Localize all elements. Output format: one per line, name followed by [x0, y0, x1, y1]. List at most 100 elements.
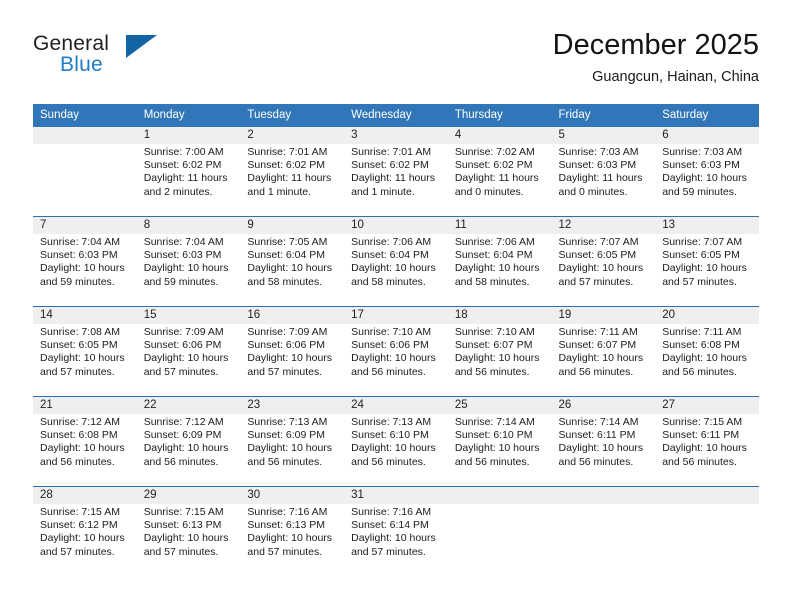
day-detail-line: Sunset: 6:02 PM	[454, 159, 533, 172]
day-cell[interactable]: 19 Sunrise: 7:11 AM Sunset: 6:07 PM Dayligh…	[551, 307, 656, 396]
day-details	[448, 504, 552, 506]
day-number: 18	[447, 307, 552, 324]
calendar-cell: 11 Sunrise: 7:06 AM Sunset: 6:04 PM Dayligh…	[447, 216, 552, 307]
day-cell[interactable]: 20 Sunrise: 7:11 AM Sunset: 6:08 PM Dayligh…	[655, 307, 759, 396]
day-detail-line: Sunset: 6:09 PM	[247, 429, 326, 442]
day-detail-line: and 56 minutes.	[454, 365, 530, 378]
day-detail-line: Daylight: 11 hours	[143, 172, 228, 185]
day-detail-line: and 58 minutes.	[454, 275, 530, 288]
day-cell[interactable]: 18 Sunrise: 7:10 AM Sunset: 6:07 PM Dayligh…	[447, 307, 552, 396]
day-detail-line: Sunrise: 7:14 AM	[558, 416, 639, 428]
day-detail-line: Sunset: 6:02 PM	[143, 159, 222, 172]
day-detail-line: and 57 minutes.	[247, 365, 323, 378]
day-cell[interactable]: 8 Sunrise: 7:04 AM Sunset: 6:03 PM Daylight…	[136, 217, 241, 306]
weekday-header-monday: Monday	[136, 104, 241, 127]
day-cell[interactable]: 23 Sunrise: 7:13 AM Sunset: 6:09 PM Dayligh…	[240, 397, 345, 486]
day-cell[interactable]: 21 Sunrise: 7:12 AM Sunset: 6:08 PM Dayligh…	[33, 397, 137, 486]
day-cell[interactable]: 10 Sunrise: 7:06 AM Sunset: 6:04 PM Dayligh…	[344, 217, 448, 306]
day-cell[interactable]: 3 Sunrise: 7:01 AM Sunset: 6:02 PM Daylight…	[344, 127, 448, 216]
calendar-cell: 8 Sunrise: 7:04 AM Sunset: 6:03 PM Daylight…	[136, 216, 241, 307]
day-detail-line: Daylight: 10 hours	[143, 262, 229, 275]
day-cell-empty	[655, 487, 759, 576]
day-cell[interactable]: 25 Sunrise: 7:14 AM Sunset: 6:10 PM Dayligh…	[447, 397, 552, 486]
day-detail-line: Daylight: 10 hours	[247, 532, 333, 545]
day-detail-line: Sunset: 6:08 PM	[662, 339, 740, 352]
day-detail-line: Sunset: 6:10 PM	[351, 429, 429, 442]
day-detail-line: Daylight: 10 hours	[247, 262, 333, 275]
day-detail-line: Sunset: 6:05 PM	[558, 249, 637, 262]
day-number: 17	[344, 307, 448, 324]
day-details: Sunrise: 7:03 AM Sunset: 6:03 PM Daylight:…	[655, 144, 759, 199]
day-detail-line: Sunset: 6:11 PM	[662, 429, 740, 442]
day-detail-line: Daylight: 10 hours	[454, 442, 540, 455]
day-detail-line: Sunrise: 7:15 AM	[662, 416, 743, 428]
day-details: Sunrise: 7:14 AM Sunset: 6:10 PM Daylight:…	[448, 414, 552, 469]
calendar-cell	[447, 486, 552, 576]
day-cell[interactable]: 14 Sunrise: 7:08 AM Sunset: 6:05 PM Dayligh…	[33, 307, 137, 396]
day-detail-line: Daylight: 10 hours	[40, 262, 125, 275]
weekday-header-wednesday: Wednesday	[344, 104, 448, 127]
day-number: 31	[344, 487, 448, 504]
day-number: 25	[447, 397, 552, 414]
day-detail-line: Daylight: 10 hours	[351, 442, 436, 455]
day-detail-line: Sunrise: 7:07 AM	[662, 236, 743, 248]
day-detail-line: Sunset: 6:06 PM	[247, 339, 326, 352]
day-details	[655, 504, 759, 506]
day-detail-line: Daylight: 10 hours	[247, 352, 333, 365]
day-cell[interactable]: 11 Sunrise: 7:06 AM Sunset: 6:04 PM Dayligh…	[447, 217, 552, 306]
calendar-cell: 18 Sunrise: 7:10 AM Sunset: 6:07 PM Dayligh…	[447, 306, 552, 397]
calendar-cell: 15 Sunrise: 7:09 AM Sunset: 6:06 PM Dayligh…	[136, 306, 241, 397]
day-detail-line: Sunrise: 7:07 AM	[558, 236, 639, 248]
day-cell[interactable]: 30 Sunrise: 7:16 AM Sunset: 6:13 PM Dayligh…	[240, 487, 345, 576]
day-cell[interactable]: 17 Sunrise: 7:10 AM Sunset: 6:06 PM Dayligh…	[344, 307, 448, 396]
day-detail-line: and 57 minutes.	[143, 545, 219, 558]
day-cell-empty	[551, 487, 656, 576]
logo-triangle-icon	[126, 35, 157, 58]
day-cell[interactable]: 24 Sunrise: 7:13 AM Sunset: 6:10 PM Dayligh…	[344, 397, 448, 486]
day-cell[interactable]: 22 Sunrise: 7:12 AM Sunset: 6:09 PM Dayligh…	[136, 397, 241, 486]
calendar-cell: 23 Sunrise: 7:13 AM Sunset: 6:09 PM Dayligh…	[240, 396, 345, 487]
day-detail-line: Sunrise: 7:13 AM	[247, 416, 328, 428]
day-cell[interactable]: 6 Sunrise: 7:03 AM Sunset: 6:03 PM Daylight…	[655, 127, 759, 216]
location-subtitle: Guangcun, Hainan, China	[592, 69, 759, 85]
day-detail-line: Sunset: 6:13 PM	[143, 519, 222, 532]
day-cell[interactable]: 31 Sunrise: 7:16 AM Sunset: 6:14 PM Dayligh…	[344, 487, 448, 576]
day-cell[interactable]: 1 Sunrise: 7:00 AM Sunset: 6:02 PM Daylight…	[136, 127, 241, 216]
general-blue-logo[interactable]: General Blue	[33, 32, 233, 88]
day-details: Sunrise: 7:13 AM Sunset: 6:09 PM Daylight:…	[240, 414, 344, 469]
day-cell[interactable]: 12 Sunrise: 7:07 AM Sunset: 6:05 PM Dayligh…	[551, 217, 656, 306]
day-number: 4	[447, 127, 552, 144]
day-number: 14	[33, 307, 137, 324]
calendar-cell: 30 Sunrise: 7:16 AM Sunset: 6:13 PM Dayligh…	[240, 486, 345, 576]
day-cell[interactable]: 2 Sunrise: 7:01 AM Sunset: 6:02 PM Daylight…	[240, 127, 345, 216]
day-details: Sunrise: 7:07 AM Sunset: 6:05 PM Daylight:…	[655, 234, 759, 289]
day-detail-line: and 57 minutes.	[40, 545, 115, 558]
day-cell[interactable]: 5 Sunrise: 7:03 AM Sunset: 6:03 PM Daylight…	[551, 127, 656, 216]
day-cell[interactable]: 9 Sunrise: 7:05 AM Sunset: 6:04 PM Daylight…	[240, 217, 345, 306]
calendar-cell: 3 Sunrise: 7:01 AM Sunset: 6:02 PM Daylight…	[344, 127, 448, 217]
day-detail-line: Daylight: 10 hours	[662, 172, 747, 185]
day-detail-line: and 56 minutes.	[558, 455, 634, 468]
calendar-grid: Sunday Monday Tuesday Wednesday Thursday…	[33, 104, 759, 576]
day-cell[interactable]: 29 Sunrise: 7:15 AM Sunset: 6:13 PM Dayligh…	[136, 487, 241, 576]
day-cell[interactable]: 15 Sunrise: 7:09 AM Sunset: 6:06 PM Dayligh…	[136, 307, 241, 396]
day-cell[interactable]: 27 Sunrise: 7:15 AM Sunset: 6:11 PM Dayligh…	[655, 397, 759, 486]
day-detail-line: Sunset: 6:13 PM	[247, 519, 326, 532]
day-cell[interactable]: 28 Sunrise: 7:15 AM Sunset: 6:12 PM Dayligh…	[33, 487, 137, 576]
day-detail-line: Daylight: 10 hours	[143, 352, 229, 365]
day-cell[interactable]: 16 Sunrise: 7:09 AM Sunset: 6:06 PM Dayligh…	[240, 307, 345, 396]
calendar-cell: 4 Sunrise: 7:02 AM Sunset: 6:02 PM Daylight…	[447, 127, 552, 217]
day-detail-line: Daylight: 11 hours	[351, 172, 435, 185]
day-cell[interactable]: 4 Sunrise: 7:02 AM Sunset: 6:02 PM Daylight…	[447, 127, 552, 216]
day-number: 2	[240, 127, 345, 144]
day-detail-line: Sunset: 6:09 PM	[143, 429, 222, 442]
day-cell[interactable]: 26 Sunrise: 7:14 AM Sunset: 6:11 PM Dayligh…	[551, 397, 656, 486]
day-cell[interactable]: 7 Sunrise: 7:04 AM Sunset: 6:03 PM Daylight…	[33, 217, 137, 306]
day-number: 13	[655, 217, 759, 234]
day-detail-line: and 56 minutes.	[247, 455, 323, 468]
day-details: Sunrise: 7:08 AM Sunset: 6:05 PM Daylight:…	[33, 324, 137, 379]
day-details: Sunrise: 7:12 AM Sunset: 6:08 PM Daylight:…	[33, 414, 137, 469]
day-detail-line: and 57 minutes.	[558, 275, 634, 288]
day-cell[interactable]: 13 Sunrise: 7:07 AM Sunset: 6:05 PM Dayligh…	[655, 217, 759, 306]
calendar-cell: 12 Sunrise: 7:07 AM Sunset: 6:05 PM Dayligh…	[551, 216, 656, 307]
